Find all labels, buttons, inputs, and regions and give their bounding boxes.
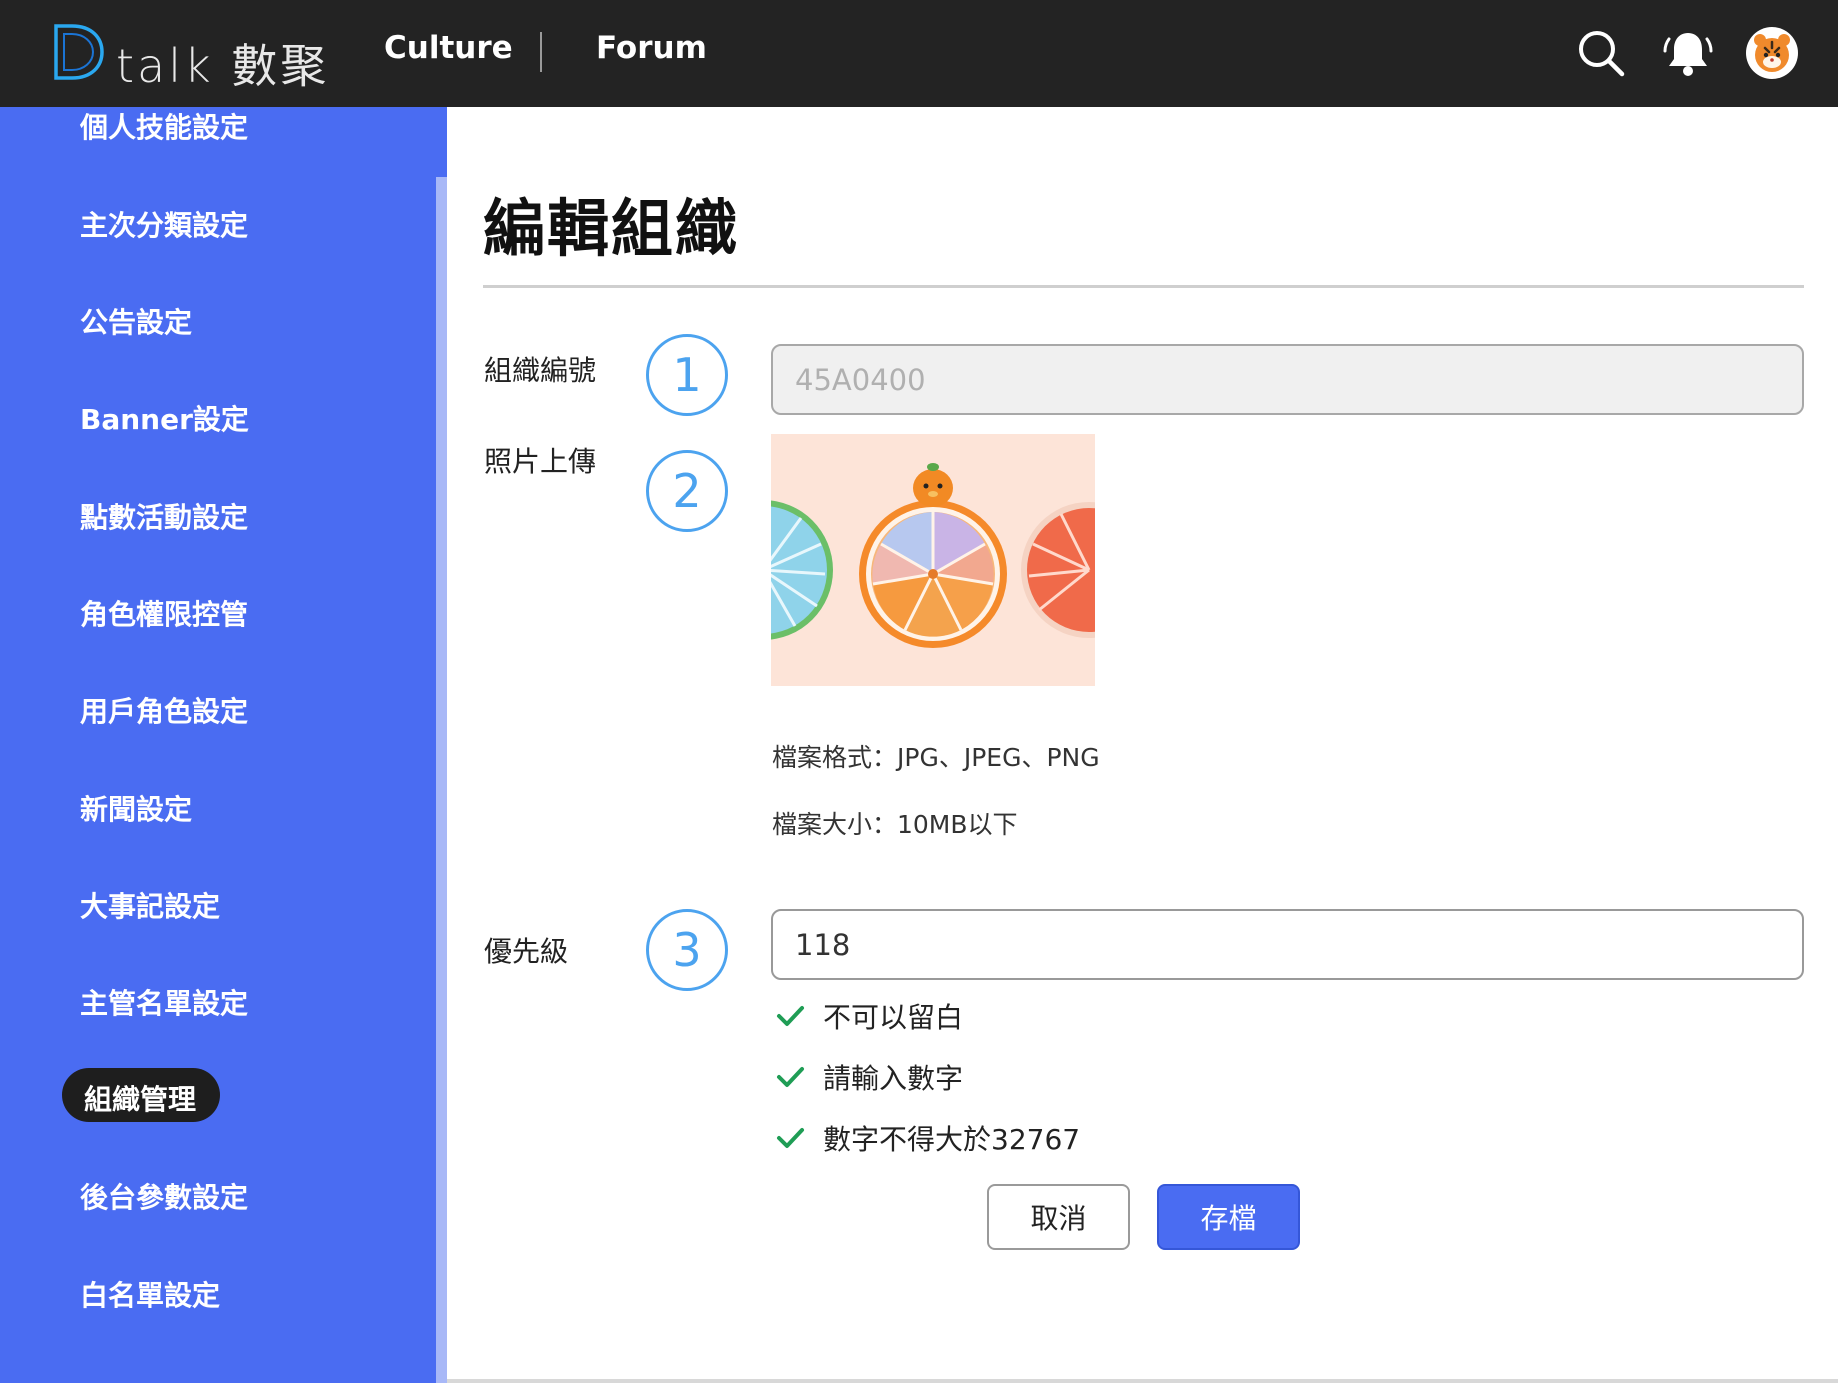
validation-numeric: 請輸入數字	[775, 1057, 963, 1097]
sidebar-item-banner[interactable]: Banner設定	[80, 398, 249, 438]
bottom-divider	[447, 1379, 1838, 1383]
page-title: 編輯組織	[483, 192, 740, 265]
sidebar-item-org-management-label: 組織管理	[84, 1083, 197, 1116]
validation-not-empty: 不可以留白	[775, 996, 963, 1036]
sidebar-item-role-permissions[interactable]: 角色權限控管	[80, 593, 248, 633]
sidebar-item-backend-params[interactable]: 後台參數設定	[80, 1176, 248, 1216]
sidebar-item-categories[interactable]: 主次分類設定	[80, 204, 248, 244]
priority-input[interactable]: 118	[771, 909, 1804, 980]
file-format-note: 檔案格式：JPG、JPEG、PNG	[772, 743, 1100, 772]
sidebar-item-news[interactable]: 新聞設定	[80, 788, 192, 828]
step-2-marker: 2	[646, 450, 728, 532]
save-button[interactable]: 存檔	[1157, 1184, 1300, 1250]
sidebar-item-user-roles[interactable]: 用戶角色設定	[80, 690, 248, 730]
bell-icon[interactable]	[1660, 25, 1716, 81]
photo-upload-label: 照片上傳	[484, 445, 597, 478]
validation-text: 不可以留白	[823, 1001, 964, 1034]
logo-text: talk 數聚	[116, 39, 330, 93]
top-navigation-bar: talk 數聚 Culture Forum	[0, 0, 1838, 107]
sidebar-item-managers[interactable]: 主管名單設定	[80, 982, 248, 1022]
search-icon[interactable]	[1573, 25, 1629, 81]
logo-d-icon	[54, 24, 104, 80]
sidebar-item-skills[interactable]: 個人技能設定	[80, 106, 248, 146]
photo-preview[interactable]	[771, 434, 1095, 686]
priority-label: 優先級	[484, 935, 569, 968]
sidebar-item-milestones[interactable]: 大事記設定	[80, 885, 220, 925]
nav-forum[interactable]: Forum	[596, 30, 707, 66]
step-1-marker: 1	[646, 334, 728, 416]
check-icon	[777, 1128, 804, 1148]
sidebar-item-whitelist[interactable]: 白名單設定	[80, 1274, 220, 1314]
nav-divider	[540, 32, 542, 72]
sidebar-item-points-events[interactable]: 點數活動設定	[80, 496, 248, 536]
citrus-illustration	[771, 434, 1095, 686]
user-avatar[interactable]	[1745, 26, 1799, 80]
file-size-note: 檔案大小：10MB以下	[772, 810, 1018, 839]
sidebar-scrollbar[interactable]	[436, 177, 447, 1383]
step-3-marker: 3	[646, 909, 728, 991]
check-icon	[777, 1067, 804, 1087]
check-icon	[777, 1006, 804, 1026]
validation-max-value: 數字不得大於32767	[775, 1118, 1080, 1158]
org-id-label: 組織編號	[484, 354, 597, 387]
title-divider	[483, 285, 1804, 288]
nav-culture[interactable]: Culture	[384, 30, 513, 66]
validation-text: 數字不得大於32767	[823, 1123, 1081, 1156]
logo[interactable]: talk 數聚	[50, 22, 326, 93]
org-id-input: 45A0400	[771, 344, 1804, 415]
cancel-button[interactable]: 取消	[987, 1184, 1130, 1250]
sidebar-item-announcements[interactable]: 公告設定	[80, 301, 192, 341]
validation-text: 請輸入數字	[823, 1062, 964, 1095]
